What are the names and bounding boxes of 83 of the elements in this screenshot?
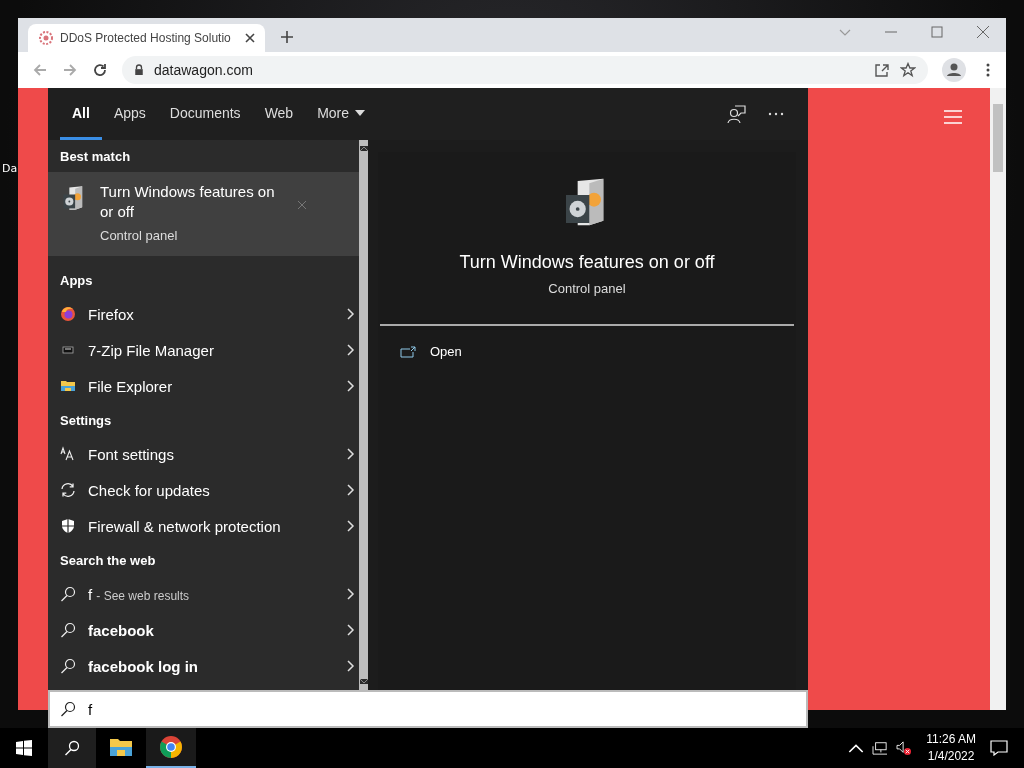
section-heading: Apps [59,272,94,290]
windows-start-icon[interactable] [16,740,32,756]
caret-icon [355,109,366,116]
profile-icon[interactable] [942,58,966,82]
section-heading: Best match [59,148,132,166]
lock-icon [134,64,144,76]
new-tab-icon[interactable] [281,31,293,43]
share-icon[interactable] [874,62,890,78]
filter-tab[interactable]: More [305,88,378,140]
chevron-right-icon[interactable] [347,448,355,460]
clock-date: 1/4/2022 [927,748,975,765]
result-label: facebook [88,621,155,639]
clock[interactable]: 11:26 AM 1/4/2022 [926,731,976,765]
favicon-icon [38,30,54,46]
result-item[interactable]: File Explorer [48,368,359,404]
chevron-right-icon[interactable] [347,520,355,532]
feedback-icon[interactable] [726,104,746,124]
close-icon[interactable] [977,26,989,38]
result-label: Firewall & network protection [88,517,282,535]
result-item[interactable]: Firewall & network protection [48,508,359,544]
notification-icon[interactable] [990,740,1008,756]
chevron-right-icon[interactable] [347,344,355,356]
close-icon[interactable] [245,33,255,43]
taskbar-app[interactable] [146,728,196,768]
chevron-right-icon[interactable] [347,660,355,672]
result-label: f - See web results [88,585,191,603]
open-action[interactable]: Open [400,340,462,363]
search-icon [60,622,76,638]
result-label: File Explorer [88,377,174,395]
result-subtitle: Control panel [100,228,179,243]
preview-subtitle: Control panel [548,281,626,296]
font-icon [60,446,76,462]
browser-tab[interactable]: DDoS Protected Hosting Solutio [28,24,265,52]
result-label: Check for updates [88,481,211,499]
result-title: Turn Windows features on or off [100,182,276,222]
result-item[interactable]: facebook log in [48,648,359,684]
search-icon [60,586,76,602]
search-icon [60,658,76,674]
chevron-right-icon[interactable] [347,588,355,600]
chevron-right-icon[interactable] [347,308,355,320]
volume-muted-icon[interactable] [896,741,913,755]
desktop-icon-label[interactable]: Da [2,162,18,175]
fox-globe-icon [60,306,76,322]
result-label: 7-Zip File Manager [88,341,215,359]
tab-title: DDoS Protected Hosting Solutio [60,31,232,45]
star-icon[interactable] [900,62,916,78]
result-item[interactable]: Firefox [48,296,359,332]
result-item[interactable]: Font settings [48,436,359,472]
result-item[interactable]: f - See web results [48,576,359,612]
best-match-item[interactable]: Turn Windows features on or off Control panel [48,172,359,256]
reload-icon[interactable] [92,62,108,78]
chevron-right-icon[interactable] [347,380,355,392]
preview-title: Turn Windows features on or off [459,252,715,273]
network-icon[interactable] [872,741,889,755]
section-heading: Settings [59,412,113,430]
result-label: facebook log in [88,657,199,675]
search-icon [60,701,76,717]
section-heading: Search the web [59,552,157,570]
chevron-right-icon[interactable] [347,484,355,496]
search-button[interactable] [48,728,96,768]
scrollbar[interactable] [359,140,368,690]
chevron-right-icon[interactable] [347,624,355,636]
open-icon [400,345,416,358]
chrome-icon [159,735,183,759]
scroll-up-icon[interactable] [359,146,368,151]
clock-time: 11:26 AM [926,731,976,748]
result-item[interactable]: facebook [48,612,359,648]
search-field[interactable]: f [48,690,808,728]
result-label: Firefox [88,305,135,323]
scrollbar[interactable] [990,88,1006,710]
result-item[interactable]: 7-Zip File Manager [48,332,359,368]
result-label: Font settings [88,445,175,463]
sync-icon [60,482,76,498]
search-icon [64,740,80,756]
scroll-down-icon[interactable] [359,679,368,684]
filter-tab[interactable]: Web [252,88,306,140]
maximize-icon[interactable] [931,26,943,38]
filter-tab[interactable]: Documents [157,88,253,140]
folder-icon [60,378,76,394]
address-bar[interactable]: datawagon.com [122,56,928,84]
result-item[interactable]: Check for updates [48,472,359,508]
filter-tab[interactable]: Apps [101,88,158,140]
shield-icon [60,518,76,534]
